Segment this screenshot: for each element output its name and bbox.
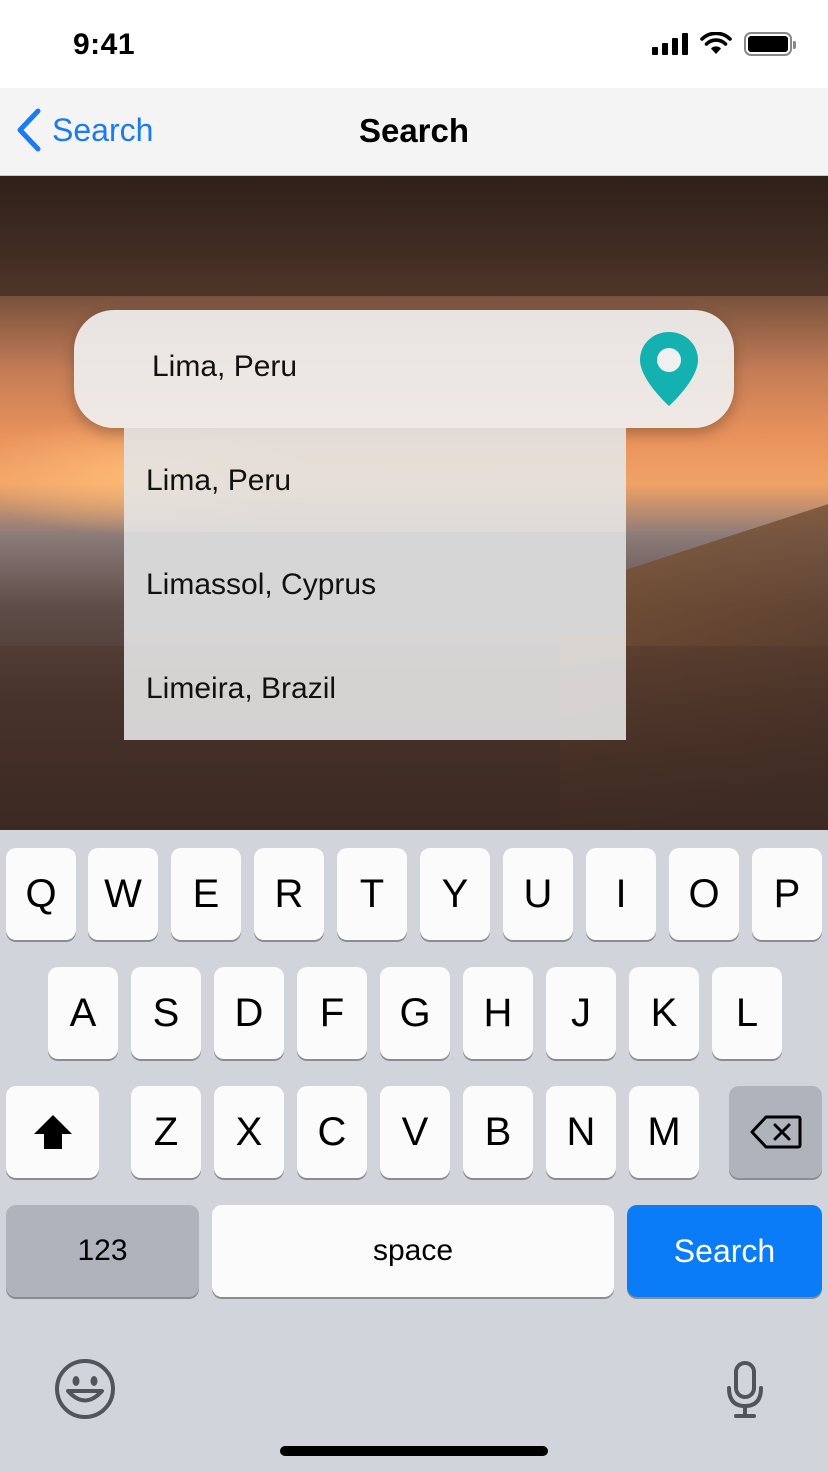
search-return-key[interactable]: Search bbox=[627, 1205, 822, 1297]
suggestion-item[interactable]: Limeira, Brazil bbox=[124, 636, 626, 740]
space-key[interactable]: space bbox=[212, 1205, 614, 1297]
key-l[interactable]: L bbox=[712, 967, 782, 1059]
shift-icon bbox=[33, 1115, 72, 1149]
key-a[interactable]: A bbox=[48, 967, 118, 1059]
status-bar: 9:41 bbox=[0, 0, 828, 88]
key-i[interactable]: I bbox=[586, 848, 656, 940]
key-z[interactable]: Z bbox=[131, 1086, 201, 1178]
microphone-icon[interactable] bbox=[726, 1360, 764, 1420]
status-icons bbox=[652, 32, 796, 56]
search-input-value: Lima, Peru bbox=[152, 350, 298, 383]
key-d[interactable]: D bbox=[214, 967, 284, 1059]
key-c[interactable]: C bbox=[297, 1086, 367, 1178]
status-time: 9:41 bbox=[73, 28, 136, 61]
key-f[interactable]: F bbox=[297, 967, 367, 1059]
navigation-bar: Search Search bbox=[0, 88, 828, 176]
key-j[interactable]: J bbox=[546, 967, 616, 1059]
delete-icon bbox=[750, 1115, 801, 1149]
wifi-icon bbox=[700, 32, 732, 54]
suggestion-label: Limassol, Cyprus bbox=[146, 568, 377, 601]
key-b[interactable]: B bbox=[463, 1086, 533, 1178]
location-search-input[interactable]: Lima, Peru bbox=[74, 310, 734, 428]
battery-icon bbox=[744, 32, 796, 56]
suggestion-item[interactable]: Limassol, Cyprus bbox=[124, 532, 626, 636]
key-s[interactable]: S bbox=[131, 967, 201, 1059]
key-t[interactable]: T bbox=[337, 848, 407, 940]
key-o[interactable]: O bbox=[669, 848, 739, 940]
suggestion-label: Limeira, Brazil bbox=[146, 672, 337, 705]
key-e[interactable]: E bbox=[171, 848, 241, 940]
location-pin-icon[interactable] bbox=[638, 330, 700, 408]
key-u[interactable]: U bbox=[503, 848, 573, 940]
key-x[interactable]: X bbox=[214, 1086, 284, 1178]
cellular-signal-icon bbox=[652, 33, 688, 55]
home-indicator bbox=[280, 1446, 548, 1456]
key-y[interactable]: Y bbox=[420, 848, 490, 940]
key-v[interactable]: V bbox=[380, 1086, 450, 1178]
key-p[interactable]: P bbox=[752, 848, 822, 940]
numbers-key[interactable]: 123 bbox=[6, 1205, 199, 1297]
page-title: Search bbox=[358, 112, 470, 149]
delete-key[interactable] bbox=[729, 1086, 822, 1178]
key-g[interactable]: G bbox=[380, 967, 450, 1059]
emoji-icon[interactable] bbox=[54, 1358, 116, 1420]
key-q[interactable]: Q bbox=[6, 848, 76, 940]
keyboard: Q W E R T Y U I O P A S D F G H J K L Z … bbox=[0, 830, 828, 1472]
suggestion-label: Lima, Peru bbox=[146, 464, 292, 497]
shift-key[interactable] bbox=[6, 1086, 99, 1178]
suggestions-list: Lima, Peru Limassol, Cyprus Limeira, Bra… bbox=[124, 428, 626, 740]
suggestion-item[interactable]: Lima, Peru bbox=[124, 428, 626, 532]
key-w[interactable]: W bbox=[88, 848, 158, 940]
key-m[interactable]: M bbox=[629, 1086, 699, 1178]
key-r[interactable]: R bbox=[254, 848, 324, 940]
key-k[interactable]: K bbox=[629, 967, 699, 1059]
key-n[interactable]: N bbox=[546, 1086, 616, 1178]
key-h[interactable]: H bbox=[463, 967, 533, 1059]
